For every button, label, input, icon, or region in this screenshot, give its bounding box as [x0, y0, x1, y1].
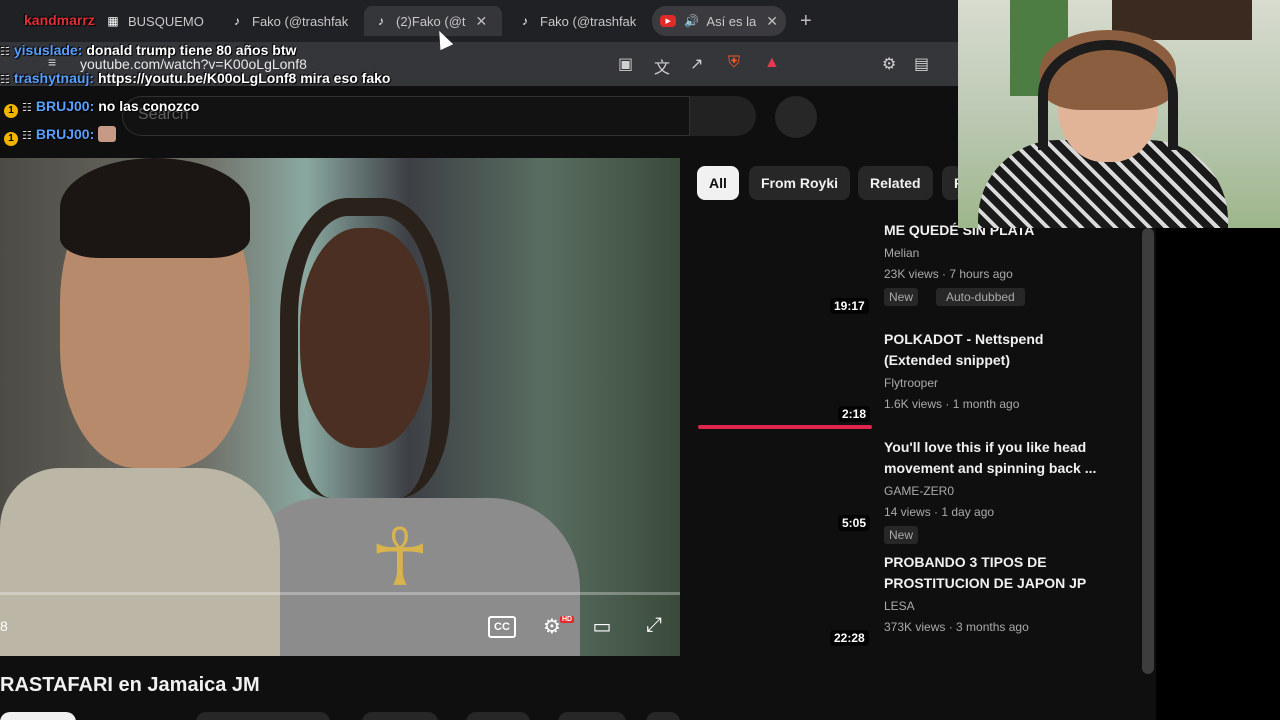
tab-label: BUSQUEMO	[128, 13, 204, 29]
chip-related[interactable]: Related	[858, 166, 933, 200]
video-title: RASTAFARI en Jamaica JM	[0, 674, 260, 696]
voice-search-button[interactable]	[775, 96, 817, 138]
recommendations-scrollbar[interactable]	[1142, 228, 1154, 674]
clip-button[interactable]	[558, 712, 626, 720]
user-icon: ▦	[107, 14, 119, 28]
duration-badge: 5:05	[838, 515, 871, 531]
recommendation-channel[interactable]: Melian	[884, 246, 919, 260]
download-button[interactable]	[466, 712, 530, 720]
tab-label: Fako (@trashfak	[540, 13, 637, 29]
tiktok-icon: ♪	[234, 14, 240, 28]
new-badge: New	[884, 526, 919, 544]
chat-badge-icon: ☷	[22, 130, 32, 142]
headphones-icon	[1038, 40, 1178, 150]
recommendation-title[interactable]: PROBANDO 3 TIPOS DE PROSTITUCION DE JAPO…	[884, 552, 1114, 594]
subscriber-badge-icon: 1	[4, 132, 18, 146]
recommendation-meta: 373K views · 3 months ago	[884, 620, 1029, 634]
video-progress-bar[interactable]	[0, 592, 680, 595]
ankh-pendant-icon: ☥	[370, 513, 430, 602]
chip-from-royki[interactable]: From Royki	[749, 166, 851, 200]
sidebar-toggle-icon[interactable]: ▤	[914, 54, 929, 74]
chat-message: 1 ☷ BRUJ00:	[4, 126, 117, 146]
subscribe-button[interactable]	[0, 712, 76, 720]
chat-username: BRUJ00:	[35, 126, 95, 142]
recommendation-title[interactable]: POLKADOT - Nettspend (Extended snippet)	[884, 329, 1114, 371]
video-host-shirt	[0, 468, 280, 656]
chat-username: yisuslade:	[13, 42, 83, 58]
recommendation-meta: 23K views · 7 hours ago	[884, 267, 1013, 281]
chat-message: ☷ trashytnauj: https://youtu.be/K00oLgLonf…	[0, 70, 390, 86]
chat-text: https://youtu.be/K00oLgLonf8 mira eso fa…	[98, 70, 391, 86]
video-time: 8	[0, 618, 8, 634]
cast-icon[interactable]: ▣	[618, 54, 633, 74]
chip-all[interactable]: All	[697, 166, 739, 200]
tiktok-icon: ♪	[522, 14, 528, 28]
translate-icon[interactable]: 文	[654, 54, 670, 78]
duration-badge: 2:18	[838, 406, 871, 422]
video-player[interactable]: ☥	[0, 158, 680, 656]
recommendation-channel[interactable]: GAME-ZER0	[884, 484, 954, 498]
watched-progress-bar	[698, 425, 872, 429]
tab-label: Fako (@trashfak	[252, 13, 349, 29]
recommendation-channel[interactable]: LESA	[884, 599, 915, 613]
fullscreen-icon[interactable]: ⤢	[640, 614, 668, 640]
search-input[interactable]	[122, 96, 690, 136]
tab-fako-2[interactable]: ♪ Fako (@trashfak	[518, 6, 636, 36]
tab-label: Así es la	[706, 13, 757, 29]
share-button[interactable]	[362, 712, 438, 720]
share-icon[interactable]: ↗	[690, 54, 703, 74]
search-button[interactable]	[690, 96, 756, 136]
webcam-overlay	[958, 0, 1280, 228]
tab-busquemo[interactable]: ▦ BUSQUEMO	[106, 6, 204, 36]
auto-dubbed-badge: Auto-dubbed	[936, 288, 1025, 306]
speaker-icon: 🔊	[683, 14, 699, 28]
recommendation-title[interactable]: You'll love this if you like head moveme…	[884, 437, 1114, 479]
chat-message: 1 ☷ BRUJ00: no las conozco	[4, 98, 199, 118]
chat-badge-icon: ☷	[0, 46, 10, 58]
chat-message: kandmarrz	[24, 12, 99, 28]
captions-button[interactable]: CC	[488, 616, 516, 638]
like-button[interactable]	[196, 712, 330, 720]
right-black-panel	[1156, 228, 1280, 720]
hd-badge: HD	[560, 616, 575, 623]
chat-text: donald trump tiene 80 años btw	[86, 42, 297, 58]
close-icon[interactable]: ✕	[476, 13, 488, 30]
extensions-icon[interactable]: ⚙	[882, 54, 896, 74]
rewards-icon[interactable]: ▲	[764, 54, 780, 72]
chat-username: trashytnauj:	[13, 70, 94, 86]
new-tab-icon[interactable]: +	[800, 10, 812, 33]
subscriber-badge-icon: 1	[4, 104, 18, 118]
tiktok-icon: ♪	[378, 14, 384, 28]
tab-label: (2)Fako (@t	[396, 13, 466, 29]
chat-username: BRUJ00:	[35, 98, 95, 114]
chat-badge-icon: ☷	[0, 74, 10, 86]
video-person-head	[300, 228, 430, 448]
youtube-icon: ▶	[660, 15, 677, 27]
tab-youtube[interactable]: ▶ 🔊 Así es la ✕	[652, 6, 786, 36]
duration-badge: 19:17	[830, 298, 869, 314]
chat-emote	[98, 126, 117, 142]
video-host-hair	[60, 158, 250, 258]
chat-username: kandmarrz	[24, 12, 95, 28]
new-badge: New	[884, 288, 919, 306]
tab-fako-1[interactable]: ♪ Fako (@trashfak	[230, 6, 348, 36]
brave-shield-icon[interactable]: ⛨	[728, 54, 740, 72]
chat-message: ☷ yisuslade: donald trump tiene 80 años bt…	[0, 42, 296, 58]
chat-badge-icon: ☷	[22, 102, 32, 114]
close-icon[interactable]: ✕	[766, 13, 778, 30]
tab-fako-active[interactable]: ♪ (2)Fako (@t ✕	[364, 6, 502, 36]
recommendation-meta: 1.6K views · 1 month ago	[884, 397, 1020, 411]
duration-badge: 22:28	[830, 630, 869, 646]
recommendation-channel[interactable]: Flytrooper	[884, 376, 938, 390]
chat-text: no las conozco	[98, 98, 200, 114]
more-button[interactable]	[646, 712, 680, 720]
theater-mode-icon[interactable]: ▭	[588, 614, 616, 640]
recommendation-meta: 14 views · 1 day ago	[884, 505, 995, 519]
